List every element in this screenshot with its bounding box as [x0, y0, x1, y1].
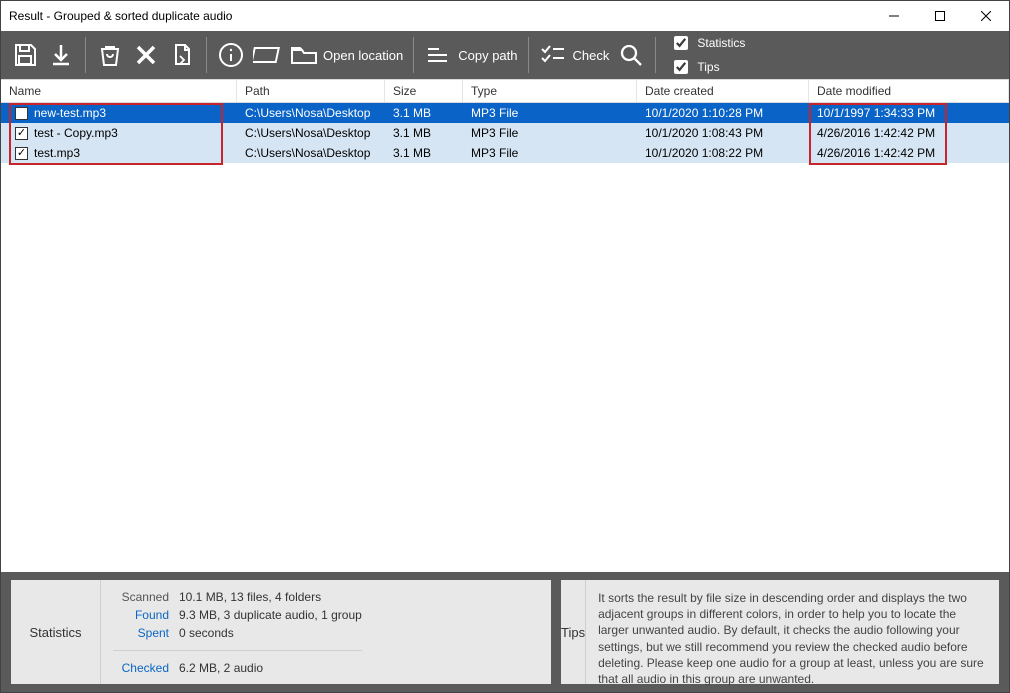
minimize-icon [889, 11, 899, 21]
row-checkbox[interactable] [15, 107, 28, 120]
col-created[interactable]: Date created [637, 80, 809, 102]
row-path: C:\Users\Nosa\Desktop [237, 126, 385, 140]
row-created: 10/1/2020 1:10:28 PM [637, 106, 809, 120]
statistics-toggle-label: Statistics [697, 36, 745, 50]
minimize-button[interactable] [871, 1, 917, 31]
stat-spent-value: 0 seconds [179, 626, 234, 640]
close-icon [981, 11, 991, 21]
download-icon [47, 41, 75, 69]
row-modified: 4/26/2016 1:42:42 PM [809, 146, 1009, 160]
row-type: MP3 File [463, 146, 637, 160]
check-button[interactable]: Check [535, 35, 614, 75]
bottom-panels: Statistics Scanned 10.1 MB, 13 files, 4 f… [1, 572, 1009, 692]
window-title: Result - Grouped & sorted duplicate audi… [9, 9, 232, 23]
toolbar: Open location Copy path Check [1, 31, 1009, 79]
copy-path-icon [424, 41, 452, 69]
stat-found-label: Found [113, 608, 169, 622]
save-icon [11, 41, 39, 69]
tips-toggle[interactable]: Tips [670, 57, 745, 77]
stat-checked-label: Checked [113, 661, 169, 675]
recycle-icon [96, 41, 124, 69]
move-button[interactable] [164, 35, 200, 75]
col-name[interactable]: Name [1, 80, 237, 102]
statistics-toggle[interactable]: Statistics [670, 33, 745, 53]
move-file-icon [168, 41, 196, 69]
statistics-checkbox[interactable] [674, 36, 688, 50]
stat-checked-value: 6.2 MB, 2 audio [179, 661, 263, 675]
maximize-button[interactable] [917, 1, 963, 31]
tips-panel-title: Tips [561, 580, 586, 684]
table-row[interactable]: test - Copy.mp3 C:\Users\Nosa\Desktop3.1 … [1, 123, 1009, 143]
recycle-button[interactable] [92, 35, 128, 75]
row-type: MP3 File [463, 106, 637, 120]
delete-icon [132, 41, 160, 69]
open-location-button[interactable]: Open location [285, 35, 407, 75]
toolbar-right-panel: Statistics Tips [670, 33, 745, 77]
open-location-label: Open location [323, 48, 403, 63]
tips-checkbox[interactable] [674, 60, 688, 74]
window: Result - Grouped & sorted duplicate audi… [0, 0, 1010, 693]
stat-scanned-value: 10.1 MB, 13 files, 4 folders [179, 590, 321, 604]
row-created: 10/1/2020 1:08:43 PM [637, 126, 809, 140]
row-name: new-test.mp3 [34, 106, 106, 120]
row-name: test.mp3 [34, 146, 80, 160]
tips-toggle-label: Tips [697, 60, 719, 74]
properties-button[interactable] [213, 35, 249, 75]
row-size: 3.1 MB [385, 146, 463, 160]
row-size: 3.1 MB [385, 106, 463, 120]
info-icon [217, 41, 245, 69]
row-path: C:\Users\Nosa\Desktop [237, 146, 385, 160]
checklist-icon [539, 41, 567, 69]
row-created: 10/1/2020 1:08:22 PM [637, 146, 809, 160]
download-button[interactable] [43, 35, 79, 75]
tips-text: It sorts the result by file size in desc… [586, 580, 999, 684]
row-modified: 4/26/2016 1:42:42 PM [809, 126, 1009, 140]
search-button[interactable] [613, 35, 649, 75]
table-row[interactable]: new-test.mp3 C:\Users\Nosa\Desktop3.1 MBM… [1, 103, 1009, 123]
row-type: MP3 File [463, 126, 637, 140]
maximize-icon [935, 11, 945, 21]
row-checkbox[interactable] [15, 147, 28, 160]
row-size: 3.1 MB [385, 126, 463, 140]
col-path[interactable]: Path [237, 80, 385, 102]
preview-button[interactable] [249, 35, 285, 75]
close-button[interactable] [963, 1, 1009, 31]
row-path: C:\Users\Nosa\Desktop [237, 106, 385, 120]
statistics-panel: Statistics Scanned 10.1 MB, 13 files, 4 f… [11, 580, 551, 684]
copy-path-label: Copy path [458, 48, 517, 63]
stat-found-value: 9.3 MB, 3 duplicate audio, 1 group [179, 608, 362, 622]
table-body[interactable]: new-test.mp3C:\Users\Nosa\Desktop3.1 MBM… [1, 103, 1009, 572]
col-modified[interactable]: Date modified [809, 80, 1009, 102]
row-modified: 10/1/1997 1:34:33 PM [809, 106, 1009, 120]
stat-spent-label: Spent [113, 626, 169, 640]
statistics-panel-title: Statistics [11, 580, 101, 684]
save-button[interactable] [7, 35, 43, 75]
search-icon [617, 41, 645, 69]
row-name: test - Copy.mp3 [34, 126, 118, 140]
copy-path-button[interactable]: Copy path [420, 35, 521, 75]
folder-open-icon [289, 41, 317, 69]
col-size[interactable]: Size [385, 80, 463, 102]
table-header: Name Path Size Type Date created Date mo… [1, 79, 1009, 103]
delete-button[interactable] [128, 35, 164, 75]
preview-icon [253, 41, 281, 69]
check-label: Check [573, 48, 610, 63]
row-checkbox[interactable] [15, 127, 28, 140]
titlebar: Result - Grouped & sorted duplicate audi… [1, 1, 1009, 31]
col-type[interactable]: Type [463, 80, 637, 102]
stat-scanned-label: Scanned [113, 590, 169, 604]
table-row[interactable]: test.mp3 C:\Users\Nosa\Desktop3.1 MBMP3 F… [1, 143, 1009, 163]
tips-panel: Tips It sorts the result by file size in… [561, 580, 999, 684]
